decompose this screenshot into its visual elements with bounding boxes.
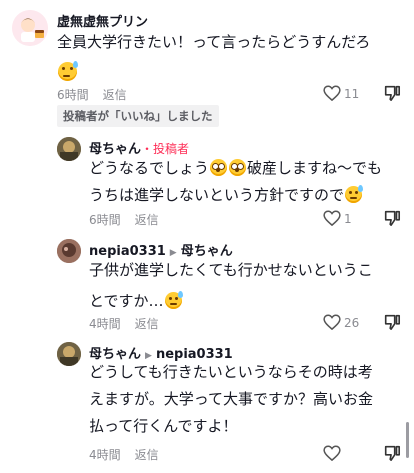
heart-icon	[323, 210, 341, 227]
reply-time: 4時間	[89, 448, 121, 462]
avatar[interactable]	[57, 239, 81, 263]
flushed-face-emoji-icon	[210, 159, 228, 176]
comment-meta: 6時間 返信	[57, 86, 127, 103]
reply-meta: 4時間 返信	[89, 446, 159, 463]
heart-icon	[323, 85, 341, 102]
like-button[interactable]	[323, 85, 341, 105]
author-tag: ・投稿者	[141, 142, 190, 156]
avatar-photo-icon	[57, 137, 81, 161]
avatar-character-icon	[12, 10, 48, 46]
dislike-button[interactable]	[383, 444, 401, 466]
dislike-button[interactable]	[383, 313, 401, 335]
heart-icon	[323, 314, 341, 331]
reply-button[interactable]: 返信	[135, 448, 159, 462]
reply-meta: 6時間 返信	[89, 211, 159, 228]
comment-time: 6時間	[57, 88, 89, 102]
reply-text-line: 子供が進学したくても行かせないというこ	[89, 261, 373, 279]
reply-text: どうしても行きたいというならその時は考 えますが。大学って大事ですか？高いお金 …	[89, 359, 407, 440]
avatar-photo-icon	[57, 342, 81, 366]
heart-icon	[323, 445, 341, 462]
avatar-photo-icon	[57, 239, 81, 263]
reply-text-line: とですか…	[89, 288, 407, 315]
sweat-smile-emoji-icon	[164, 291, 183, 309]
comment-text-line: 全員大学行きたい！って言ったらどうすんだろ	[57, 33, 371, 51]
reply-text-segment: どうなるでしょう	[89, 159, 210, 177]
flushed-face-emoji-icon	[229, 159, 247, 176]
reply-text: どうなるでしょう 破産しますね〜でも うちは進学しないという方針ですので	[89, 155, 407, 209]
thumbs-down-icon	[384, 445, 401, 462]
comment-username[interactable]: 虚無虚無プリン	[57, 11, 148, 30]
reply-time: 4時間	[89, 317, 121, 331]
reply-text-line: 払って行くんですよ！	[89, 417, 238, 435]
reply-time: 6時間	[89, 213, 121, 227]
reply-text-line: どうしても行きたいというならその時は考	[89, 363, 373, 381]
reply-text-line: えますが。大学って大事ですか？高いお金	[89, 390, 373, 408]
reply-text-segment: 破産しますね〜でも	[247, 159, 383, 177]
reply-button[interactable]: 返信	[135, 213, 159, 227]
reply-text-line: うちは進学しないという方針ですので	[89, 182, 407, 209]
like-count: 1	[344, 212, 352, 226]
comment-text: 全員大学行きたい！って言ったらどうすんだろ	[57, 29, 402, 56]
sweat-smile-emoji-icon	[58, 61, 78, 81]
like-button[interactable]	[323, 210, 341, 230]
thumbs-down-icon	[384, 85, 401, 102]
like-button[interactable]	[323, 314, 341, 334]
reply-text-line: どうなるでしょう 破産しますね〜でも	[89, 155, 407, 182]
thumbs-down-icon	[384, 210, 401, 227]
reply-button[interactable]: 返信	[135, 317, 159, 331]
like-button[interactable]	[323, 445, 341, 465]
thumbs-down-icon	[384, 314, 401, 331]
dislike-button[interactable]	[383, 84, 401, 106]
dislike-button[interactable]	[383, 209, 401, 231]
comment-emoji-line	[57, 61, 78, 82]
like-count: 26	[344, 316, 360, 330]
reply-meta: 4時間 返信	[89, 315, 159, 332]
sweat-smile-emoji-icon	[345, 185, 364, 203]
scrollbar[interactable]	[406, 422, 409, 458]
reply-text: 子供が進学したくても行かせないというこ とですか…	[89, 257, 407, 315]
avatar[interactable]	[57, 342, 81, 366]
avatar[interactable]	[57, 137, 81, 161]
reply-button[interactable]: 返信	[103, 88, 127, 102]
avatar[interactable]	[12, 10, 48, 46]
creator-liked-badge: 投稿者が「いいね」しました	[57, 105, 219, 127]
reply-text-segment: うちは進学しないという方針ですので	[89, 186, 345, 204]
reply-text-segment: とですか…	[89, 292, 164, 310]
like-count: 11	[344, 87, 360, 101]
